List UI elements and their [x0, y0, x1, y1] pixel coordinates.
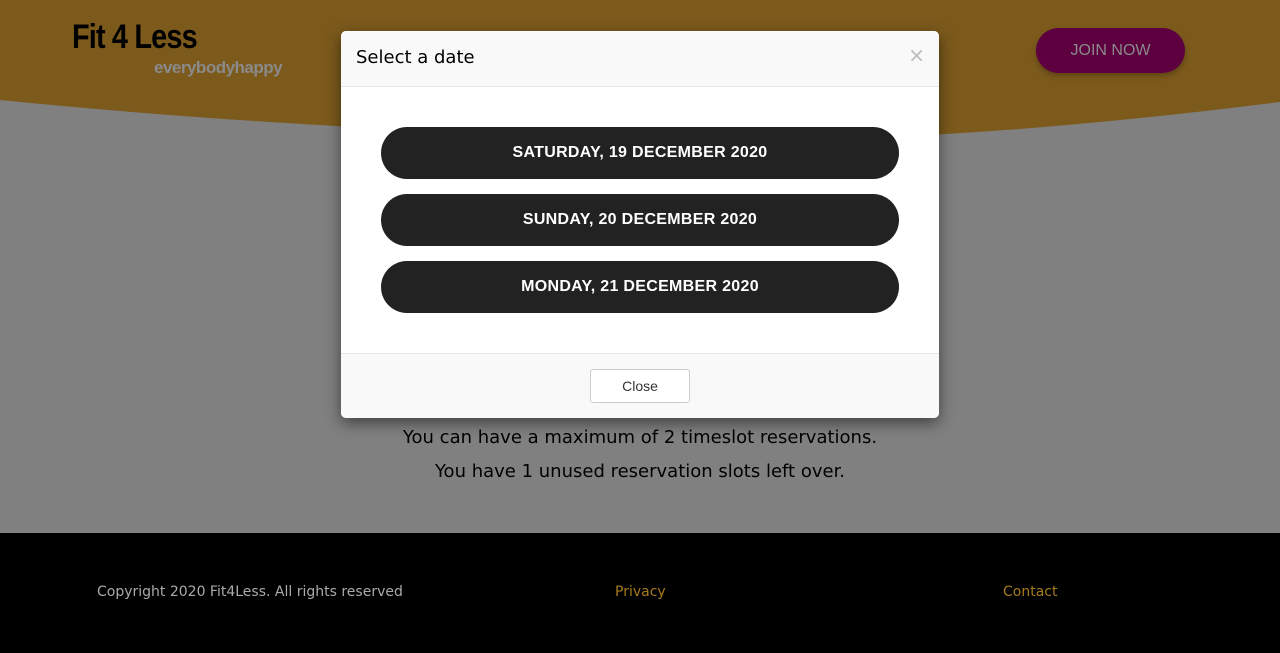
- close-icon[interactable]: ×: [908, 43, 925, 67]
- contact-link[interactable]: Contact: [1003, 584, 1057, 600]
- select-date-modal: Select a date × SATURDAY, 19 DECEMBER 20…: [341, 31, 939, 418]
- join-now-button[interactable]: JOIN NOW: [1036, 28, 1185, 73]
- unused-slots-text: You have 1 unused reservation slots left…: [434, 461, 846, 482]
- logo-text: Fit 4 Less: [72, 18, 198, 56]
- close-button[interactable]: Close: [590, 369, 690, 403]
- date-option-monday[interactable]: MONDAY, 21 DECEMBER 2020: [381, 261, 899, 313]
- footer: Copyright 2020 Fit4Less. All rights rese…: [0, 533, 1280, 653]
- date-option-saturday[interactable]: SATURDAY, 19 DECEMBER 2020: [381, 127, 899, 179]
- copyright: Copyright 2020 Fit4Less. All rights rese…: [97, 584, 403, 600]
- privacy-link[interactable]: Privacy: [615, 584, 666, 600]
- logo[interactable]: Fit 4 Less everybodyhappy: [72, 18, 283, 77]
- logo-tagline: everybodyhappy: [154, 58, 283, 77]
- modal-title: Select a date: [356, 47, 475, 68]
- max-reservations-text: You can have a maximum of 2 timeslot res…: [402, 427, 878, 448]
- date-option-sunday[interactable]: SUNDAY, 20 DECEMBER 2020: [381, 194, 899, 246]
